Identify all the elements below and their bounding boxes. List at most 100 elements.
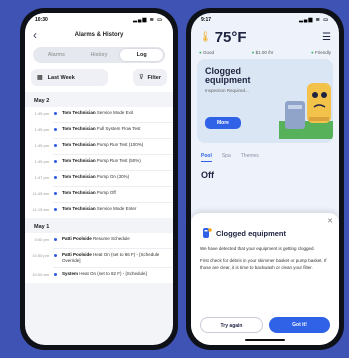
sheet-buttons: Try again Got it! xyxy=(200,317,330,333)
tab-themes[interactable]: Themes xyxy=(241,153,259,162)
alarms-history-screen: 10:30 ▂▄▆ ≋ ▭ ‹ Alarms & History Alarms … xyxy=(25,13,173,345)
log-text: Tom Technician Pump Run Test (100%) xyxy=(62,142,173,148)
log-text: Patti Poolside Heat On (set to 86 F) - [… xyxy=(62,252,173,264)
log-entry[interactable]: 1:45 pm Tom Technician Pump Run Test (50%… xyxy=(25,155,173,170)
date-range-label: Last Week xyxy=(47,74,75,81)
log-action: Pump On (30%) xyxy=(96,174,130,179)
log-text: Patti Poolside Resume Schedule xyxy=(62,236,173,242)
alert-card[interactable]: Clogged equipment Inspection Required...… xyxy=(197,59,333,143)
back-icon[interactable]: ‹ xyxy=(33,28,37,42)
got-it-button[interactable]: Got it! xyxy=(269,317,330,333)
log-text: Tom Technician Pump On (30%) xyxy=(62,174,173,180)
log-actor: Tom Technician xyxy=(62,110,96,115)
log-action: Pump Run Test (50%) xyxy=(96,158,141,163)
clogged-filter-illustration xyxy=(279,83,333,139)
try-again-button[interactable]: Try again xyxy=(200,317,263,333)
filter-row: ▦ Last Week ⊽ Filter xyxy=(31,69,167,86)
temperature-header: 🌡 75°F ☰ xyxy=(191,27,339,48)
temperature-value: 75°F xyxy=(214,29,247,46)
alert-bottom-sheet: ✕ Clogged equipment We have detected tha… xyxy=(191,213,339,345)
sheet-title: Clogged equipment xyxy=(216,228,286,238)
log-entry[interactable]: 10:50 pm Patti Poolside Heat On (set to 8… xyxy=(25,249,173,267)
sheet-body-2: First check for debris in your skimmer b… xyxy=(200,258,327,270)
log-entry[interactable]: 1:45 pm Tom Technician Full System Flow T… xyxy=(25,123,173,138)
close-icon[interactable]: ✕ xyxy=(327,217,333,225)
tab-history[interactable]: History xyxy=(78,49,121,61)
log-action: Full System Flow Test xyxy=(96,126,141,131)
timeline-dot-icon xyxy=(54,254,57,257)
log-actor: Tom Technician xyxy=(62,142,96,147)
pool-dashboard-screen: 9:17 ▂▄▆ ≋ ▭ 🌡 75°F ☰ ● Good ● $1.00 /hr… xyxy=(191,13,339,345)
log-entry[interactable]: 11:45 am Tom Technician Pump Off xyxy=(25,187,173,202)
log-time: 1:47 pm xyxy=(34,175,49,180)
log-group: 4:00 pm Patti Poolside Resume Schedule 10:… xyxy=(25,233,173,283)
chip-mode: ● Friendly xyxy=(311,50,331,55)
log-time: 11:15 am xyxy=(32,207,49,212)
timeline-dot-icon xyxy=(54,112,57,115)
log-action: Resume Schedule xyxy=(93,236,130,241)
log-entry[interactable]: 1:45 pm Tom Technician Service Mode Exit xyxy=(25,107,173,122)
log-action: Pump Run Test (100%) xyxy=(96,142,144,147)
log-text: Tom Technician Service Mode Enter xyxy=(62,206,173,212)
log-list: May 2 1:45 pm Tom Technician Service Mode … xyxy=(25,92,173,283)
alert-title: Clogged equipment xyxy=(205,66,251,85)
menu-icon[interactable]: ☰ xyxy=(322,32,331,43)
date-header: May 1 xyxy=(34,224,50,230)
log-entry[interactable]: 10:00 am System Heat On (set to 82 F) - [… xyxy=(25,268,173,283)
log-action: Heat On (set to 82 F) - [Schedule] xyxy=(79,271,147,276)
header-panel: 10:30 ▂▄▆ ≋ ▭ ‹ Alarms & History Alarms … xyxy=(25,13,173,92)
log-text: Tom Technician Pump Run Test (50%) xyxy=(62,158,173,164)
log-actor: System xyxy=(62,271,79,276)
status-time-right: 9:17 xyxy=(201,17,212,23)
log-time: 10:50 pm xyxy=(32,253,49,258)
tab-alarms[interactable]: Alarms xyxy=(35,49,78,61)
date-range-button[interactable]: ▦ Last Week xyxy=(31,69,108,86)
mode-status: Off xyxy=(201,170,214,180)
filter-icon: ⊽ xyxy=(139,75,144,81)
filter-label: Filter xyxy=(147,74,161,81)
sheet-title-row: Clogged equipment xyxy=(200,227,330,239)
log-actor: Tom Technician xyxy=(62,158,96,163)
timeline-dot-icon xyxy=(54,128,57,131)
tab-spa[interactable]: Spa xyxy=(222,153,231,162)
filter-equipment-icon xyxy=(203,228,212,238)
timeline-dot-icon xyxy=(54,208,57,211)
status-bar: 10:30 ▂▄▆ ≋ ▭ xyxy=(25,13,173,27)
log-entry[interactable]: 11:15 am Tom Technician Service Mode Ente… xyxy=(25,203,173,218)
log-entry[interactable]: 1:47 pm Tom Technician Pump On (30%) xyxy=(25,171,173,186)
log-action: Service Mode Exit xyxy=(96,110,134,115)
log-time: 4:00 pm xyxy=(34,237,49,242)
log-time: 11:45 am xyxy=(32,191,49,196)
timeline-dot-icon xyxy=(54,192,57,195)
filter-button[interactable]: ⊽ Filter xyxy=(133,69,167,86)
status-icons-right: ▂▄▆ ≋ ▭ xyxy=(299,17,329,23)
status-time: 10:30 xyxy=(35,17,48,23)
log-text: System Heat On (set to 82 F) - [Schedule… xyxy=(62,271,173,277)
date-header: May 2 xyxy=(34,98,50,104)
timeline-dot-icon xyxy=(54,273,57,276)
phone-left: 10:30 ▂▄▆ ≋ ▭ ‹ Alarms & History Alarms … xyxy=(20,8,178,350)
timeline-dot-icon xyxy=(54,144,57,147)
timeline-dot-icon xyxy=(54,160,57,163)
segmented-tabs: Alarms History Log xyxy=(33,47,165,63)
status-bar-right: 9:17 ▂▄▆ ≋ ▭ xyxy=(191,13,339,27)
more-button[interactable]: More xyxy=(205,117,241,129)
status-icons: ▂▄▆ ≋ ▭ xyxy=(133,17,163,23)
tab-log[interactable]: Log xyxy=(120,49,164,61)
log-entry[interactable]: 1:45 pm Tom Technician Pump Run Test (100… xyxy=(25,139,173,154)
tab-pool[interactable]: Pool xyxy=(201,153,212,162)
chip-quality: ● Good xyxy=(199,50,214,55)
log-text: Tom Technician Full System Flow Test xyxy=(62,126,173,132)
log-action: Service Mode Enter xyxy=(96,206,137,211)
log-text: Tom Technician Pump Off xyxy=(62,190,173,196)
alert-subtitle: Inspection Required... xyxy=(205,88,249,93)
chip-cost: ● $1.00 /hr xyxy=(251,50,274,55)
log-time: 10:00 am xyxy=(32,272,49,277)
sheet-body-1: We have detected that your equipment is … xyxy=(200,246,315,251)
calendar-icon: ▦ xyxy=(37,75,43,81)
thermometer-icon: 🌡 xyxy=(199,32,212,43)
log-time: 1:45 pm xyxy=(34,159,49,164)
log-entry[interactable]: 4:00 pm Patti Poolside Resume Schedule xyxy=(25,233,173,248)
phone-right: 9:17 ▂▄▆ ≋ ▭ 🌡 75°F ☰ ● Good ● $1.00 /hr… xyxy=(186,8,344,350)
log-time: 1:45 pm xyxy=(34,127,49,132)
